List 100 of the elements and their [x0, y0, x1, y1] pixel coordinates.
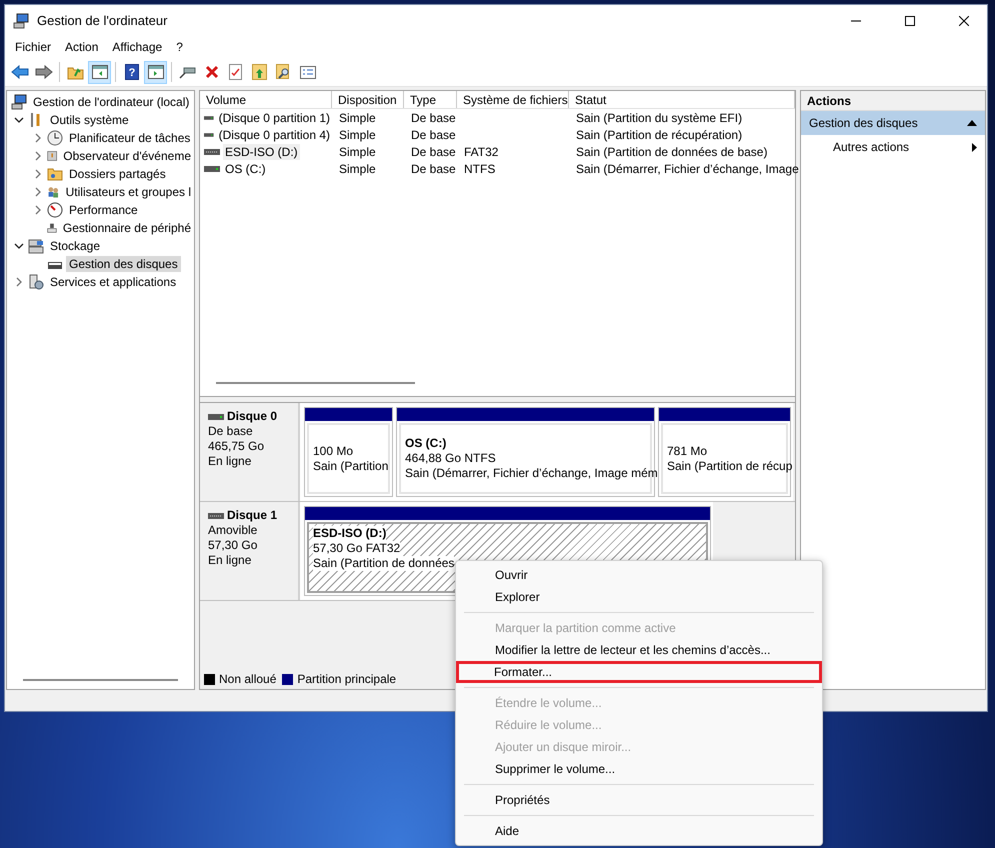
table-cell-text: De base — [410, 144, 457, 160]
partition-block[interactable]: 100 Mo Sain (Partition — [304, 407, 393, 497]
connect-icon — [179, 65, 196, 79]
actions-heading: Actions — [801, 91, 985, 111]
partition-size: 464,88 Go NTFS — [405, 451, 496, 466]
partition-size: 57,30 Go FAT32 — [313, 541, 400, 556]
drive-icon — [204, 132, 214, 138]
column-header[interactable]: Système de fichiers — [457, 91, 569, 108]
pane-splitter[interactable] — [200, 396, 795, 403]
context-menu-item[interactable]: Modifier la lettre de lecteur et les chemins d’accès... — [457, 639, 821, 661]
drive-icon — [204, 166, 220, 172]
table-cell-text: FAT32 — [463, 144, 500, 160]
toolbar-button[interactable]: ? — [120, 60, 143, 84]
services-icon — [28, 274, 44, 290]
legend-label: Partition principale — [297, 672, 396, 686]
table-cell-text: De base — [410, 160, 457, 176]
table-cell-text: Simple — [338, 126, 377, 142]
table-cell-text: Sain (Partition de données de base) — [575, 144, 768, 160]
actions-section[interactable]: Gestion des disques — [801, 111, 985, 135]
tree-item[interactable]: Gestion des disques — [66, 256, 181, 272]
partition-size: 781 Mo — [667, 444, 708, 458]
forward-arrow-icon — [34, 65, 52, 79]
scrollbar[interactable] — [216, 382, 415, 384]
table-cell-text: Simple — [338, 110, 377, 126]
action-link[interactable]: Autres actions — [833, 140, 910, 154]
drive-icon — [204, 114, 214, 120]
tree-item[interactable]: Outils système — [47, 112, 132, 128]
tree-item[interactable]: Observateur d'événeme — [60, 148, 194, 164]
panel-icon — [148, 65, 164, 79]
section-label: Gestion des disques — [809, 116, 918, 130]
storage-icon — [28, 238, 44, 254]
disk-state: En ligne — [208, 454, 252, 469]
gauge-icon — [47, 202, 63, 218]
context-menu-item[interactable]: Aide — [457, 820, 821, 842]
back-arrow-icon — [10, 65, 28, 79]
tree-item[interactable]: Stockage — [47, 238, 104, 254]
volume-name[interactable]: (Disque 0 partition 4) — [216, 126, 332, 142]
computer-icon — [11, 94, 27, 110]
clock-icon — [47, 130, 63, 146]
partition-block[interactable]: 781 Mo Sain (Partition de récup — [658, 407, 791, 497]
partition-status: Sain (Partition — [313, 458, 388, 474]
column-header[interactable]: Statut — [569, 91, 795, 108]
folder-search-icon — [276, 64, 291, 80]
tree-item[interactable]: Gestion de l'ordinateur (local) — [30, 94, 192, 110]
disk-size: 465,75 Go — [208, 439, 266, 454]
volume-name[interactable]: (Disque 0 partition 1) — [216, 110, 332, 126]
menu-item[interactable]: ? — [169, 38, 190, 56]
close-icon — [959, 16, 969, 26]
volume-name[interactable]: OS (C:) — [223, 160, 268, 176]
tree-item[interactable]: Performance — [66, 202, 141, 218]
partition-block[interactable]: OS (C:) 464,88 Go NTFS Sain (Démarrer, Fichier d’échange, Image mém — [396, 407, 655, 497]
partition-size: 100 Mo — [313, 444, 354, 458]
disk-type: Amovible — [208, 523, 258, 538]
table-cell-text: De base — [410, 110, 457, 126]
partition-status: Sain (Partition de récup — [667, 458, 792, 474]
context-menu-item[interactable]: Supprimer le volume... — [457, 758, 821, 780]
drive-icon — [204, 148, 220, 154]
window-title: Gestion de l'ordinateur — [37, 13, 168, 28]
event-log-icon — [47, 148, 58, 164]
menu-item[interactable]: Fichier — [8, 38, 58, 56]
partition-title: ESD-ISO (D:) — [313, 526, 386, 541]
submenu-arrow-icon — [972, 142, 977, 152]
toolbar-button[interactable] — [144, 60, 167, 84]
menu-item[interactable]: Action — [58, 38, 106, 56]
folder-icon — [67, 64, 84, 80]
menu-item[interactable]: Affichage — [105, 38, 170, 56]
column-header[interactable]: Type — [404, 91, 457, 108]
shared-folder-icon — [47, 166, 63, 182]
context-menu-item[interactable]: Propriétés — [457, 789, 821, 811]
table-cell-text: De base — [410, 126, 457, 142]
table-cell-text: Sain (Démarrer, Fichier d’échange, Image — [575, 160, 800, 176]
tree-item[interactable]: Dossiers partagés — [66, 166, 169, 182]
partition-title: OS (C:) — [405, 436, 446, 451]
volume-name[interactable]: ESD-ISO (D:) — [223, 144, 300, 160]
drive-icon — [208, 512, 224, 518]
toolbar-button[interactable] — [88, 60, 111, 84]
tree-item[interactable]: Utilisateurs et groupes l — [62, 184, 194, 200]
disk-name: Disque 0 — [227, 409, 278, 424]
help-icon: ? — [124, 64, 138, 80]
disk-size: 57,30 Go — [208, 538, 258, 553]
tree-item[interactable]: Services et applications — [47, 274, 180, 290]
panel-icon — [92, 65, 108, 79]
drive-icon — [208, 414, 224, 420]
partition-status: Sain (Démarrer, Fichier d’échange, Image mém — [405, 466, 658, 481]
legend-label: Non alloué — [219, 672, 276, 686]
column-header[interactable]: Disposition — [332, 91, 404, 108]
column-header[interactable]: Volume — [200, 91, 332, 108]
tree-item[interactable]: Gestionnaire de périphé — [60, 220, 194, 236]
table-cell-text: NTFS — [463, 160, 496, 176]
maximize-icon — [905, 16, 915, 26]
table-cell-text: Simple — [338, 160, 377, 176]
tree-item[interactable]: Planificateur de tâches — [66, 130, 194, 146]
table-cell-text: Sain (Partition du système EFI) — [575, 110, 744, 126]
table-cell-text: Sain (Partition de récupération) — [575, 126, 744, 142]
partition-status: Sain (Partition de données — [313, 556, 454, 571]
scrollbar[interactable] — [23, 679, 178, 681]
list-icon — [300, 66, 316, 78]
disk-state: En ligne — [208, 553, 252, 568]
document-check-icon — [229, 64, 242, 80]
context-menu-item[interactable]: Formater... — [456, 661, 822, 683]
